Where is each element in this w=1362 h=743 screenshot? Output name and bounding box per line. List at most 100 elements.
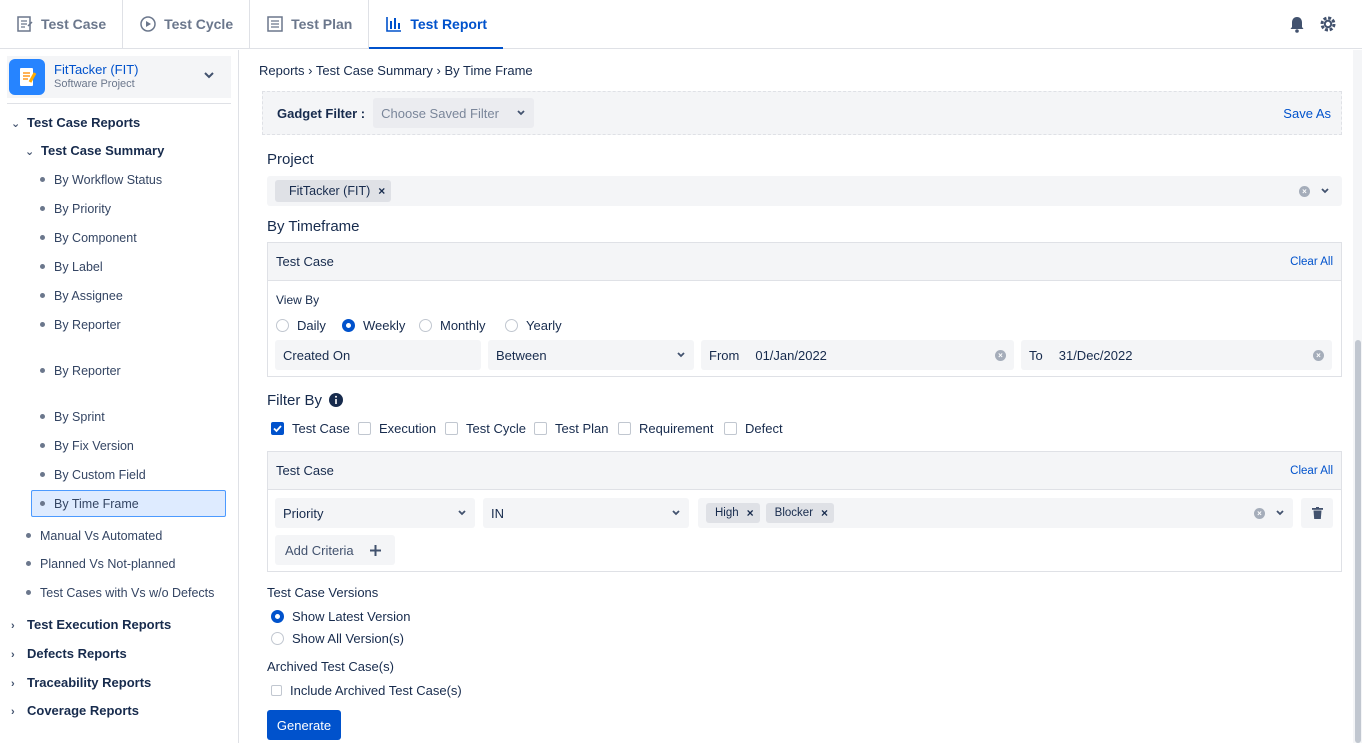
generate-button[interactable]: Generate	[267, 710, 341, 740]
nav-label: Test Case Summary	[41, 143, 165, 158]
remove-chip-icon[interactable]: ×	[378, 184, 385, 198]
nav-label: By Reporter	[54, 364, 121, 378]
sidebar-item-by-assignee[interactable]: By Assignee	[40, 289, 123, 303]
sidebar-item-test-case-summary[interactable]: ⌄ Test Case Summary	[25, 143, 164, 158]
checkbox-test-cycle[interactable]: Test Cycle	[445, 421, 526, 436]
date-operator-select[interactable]: Between	[488, 340, 694, 370]
panel-title: Test Case	[276, 463, 334, 478]
sidebar-item-by-component[interactable]: By Component	[40, 231, 137, 245]
checkbox-defect[interactable]: Defect	[724, 421, 783, 436]
sidebar-item-by-label[interactable]: By Label	[40, 260, 103, 274]
checkbox-execution[interactable]: Execution	[358, 421, 436, 436]
tab-label: Test Cycle	[164, 16, 234, 32]
clear-icon[interactable]: ×	[1254, 507, 1265, 519]
criteria-field-select[interactable]: Priority	[275, 498, 475, 528]
clear-all-link[interactable]: Clear All	[1290, 465, 1333, 477]
sidebar-item-by-sprint[interactable]: By Sprint	[40, 410, 105, 424]
nav-label: By Priority	[54, 202, 111, 216]
view-by-label: View By	[276, 293, 320, 307]
sidebar-item-coverage-reports[interactable]: › Coverage Reports	[11, 703, 139, 718]
saved-filter-select[interactable]: Choose Saved Filter	[373, 98, 535, 128]
breadcrumb-current: By Time Frame	[444, 63, 533, 78]
tab-label: Test Case	[41, 16, 107, 32]
remove-chip-icon[interactable]: ×	[821, 506, 828, 520]
sidebar-item-defects-reports[interactable]: › Defects Reports	[11, 646, 127, 661]
radio-show-all-versions[interactable]: Show All Version(s)	[271, 631, 404, 646]
select-value: IN	[491, 505, 504, 521]
sidebar-item-planned-vs-not-planned[interactable]: Planned Vs Not-planned	[26, 557, 176, 571]
nav-label: By Workflow Status	[54, 173, 163, 187]
to-value: 31/Dec/2022	[1058, 347, 1133, 363]
remove-chip-icon[interactable]: ×	[747, 506, 754, 520]
radio-daily[interactable]: Daily	[276, 318, 326, 333]
sidebar-item-by-custom-field[interactable]: By Custom Field	[40, 468, 146, 482]
nav-label: By Component	[54, 231, 137, 245]
criteria-operator-select[interactable]: IN	[483, 498, 689, 528]
radio-weekly[interactable]: Weekly	[342, 318, 405, 333]
sidebar-item-traceability-reports[interactable]: › Traceability Reports	[11, 675, 151, 690]
checkbox-test-plan[interactable]: Test Plan	[534, 421, 608, 436]
radio-monthly[interactable]: Monthly	[419, 318, 486, 333]
gear-icon[interactable]	[1319, 15, 1337, 33]
date-field-select[interactable]: Created On	[275, 340, 481, 370]
scrollbar-thumb[interactable]	[1355, 340, 1361, 743]
nav-label: Traceability Reports	[27, 675, 152, 690]
radio-label: Show All Version(s)	[292, 631, 404, 646]
sidebar-item-by-workflow-status[interactable]: By Workflow Status	[40, 173, 162, 187]
radio-show-latest-version[interactable]: Show Latest Version	[271, 609, 411, 624]
sidebar-item-test-execution-reports[interactable]: › Test Execution Reports	[11, 617, 171, 632]
project-multiselect[interactable]: FitTacker (FIT) × ×	[267, 176, 1342, 206]
value-chip-high: High ×	[706, 503, 760, 523]
radio-yearly[interactable]: Yearly	[505, 318, 562, 333]
nav-label: Defects Reports	[27, 646, 127, 661]
breadcrumb-reports[interactable]: Reports	[259, 63, 305, 78]
add-criteria-button[interactable]: Add Criteria	[275, 535, 395, 565]
clear-all-link[interactable]: Clear All	[1290, 256, 1333, 268]
sidebar-item-manual-vs-automated[interactable]: Manual Vs Automated	[26, 529, 162, 543]
project-label: Project	[267, 151, 314, 168]
clear-icon[interactable]: ×	[995, 349, 1006, 361]
tab-test-report[interactable]: Test Report	[369, 0, 503, 49]
sidebar-item-by-fix-version[interactable]: By Fix Version	[40, 439, 134, 453]
tab-test-plan[interactable]: Test Plan	[250, 0, 370, 48]
by-timeframe-label: By Timeframe	[267, 218, 360, 235]
checkbox-label: Test Case	[292, 421, 350, 436]
sidebar-item-by-time-frame[interactable]: By Time Frame	[40, 497, 139, 511]
value-chip-blocker: Blocker ×	[765, 503, 835, 523]
breadcrumb-separator-icon: ›	[308, 63, 316, 78]
radio-label: Yearly	[526, 318, 562, 333]
breadcrumb-summary[interactable]: Test Case Summary	[316, 63, 433, 78]
checkbox-requirement[interactable]: Requirement	[618, 421, 713, 436]
checkbox-include-archived[interactable]: Include Archived Test Case(s)	[271, 683, 462, 698]
save-as-link[interactable]: Save As	[1283, 106, 1331, 121]
tab-test-case[interactable]: Test Case	[0, 0, 124, 48]
chevron-right-icon: ›	[11, 620, 15, 632]
sidebar-item-test-case-reports[interactable]: ⌄ Test Case Reports	[11, 115, 140, 130]
clear-icon[interactable]: ×	[1313, 349, 1324, 361]
saved-filter-placeholder: Choose Saved Filter	[381, 105, 499, 121]
play-cycle-icon	[140, 16, 156, 32]
from-date-input[interactable]: From 01/Jan/2022 ×	[701, 340, 1014, 370]
chevron-down-icon[interactable]	[1320, 186, 1330, 196]
bell-icon[interactable]	[1289, 16, 1305, 33]
checkbox-test-case[interactable]: Test Case	[271, 421, 350, 436]
sidebar-item-by-reporter[interactable]: By Reporter	[40, 318, 121, 332]
sidebar-item-by-priority[interactable]: By Priority	[40, 202, 111, 216]
project-selector[interactable]: FitTacker (FIT) Software Project	[7, 56, 231, 98]
chevron-down-icon[interactable]	[1275, 508, 1285, 518]
info-icon[interactable]	[329, 393, 344, 407]
delete-criteria-button[interactable]	[1301, 498, 1333, 528]
clear-icon[interactable]: ×	[1299, 185, 1310, 197]
radio-label: Weekly	[363, 318, 406, 333]
chip-label: FitTacker (FIT)	[289, 184, 371, 198]
tab-test-cycle[interactable]: Test Cycle	[123, 0, 251, 48]
sidebar-item-test-cases-defects[interactable]: Test Cases with Vs w/o Defects	[26, 586, 214, 600]
nav-label: Test Cases with Vs w/o Defects	[40, 586, 215, 600]
sidebar-item-by-reporter-ghost[interactable]: By Reporter	[40, 364, 121, 378]
criteria-values-multiselect[interactable]: High × Blocker × ×	[698, 498, 1293, 528]
chip-label: Blocker	[774, 507, 814, 519]
test-plan-icon	[267, 16, 283, 32]
nav-label: Test Case Reports	[27, 115, 141, 130]
chevron-down-icon	[672, 510, 680, 516]
to-date-input[interactable]: To 31/Dec/2022 ×	[1021, 340, 1332, 370]
